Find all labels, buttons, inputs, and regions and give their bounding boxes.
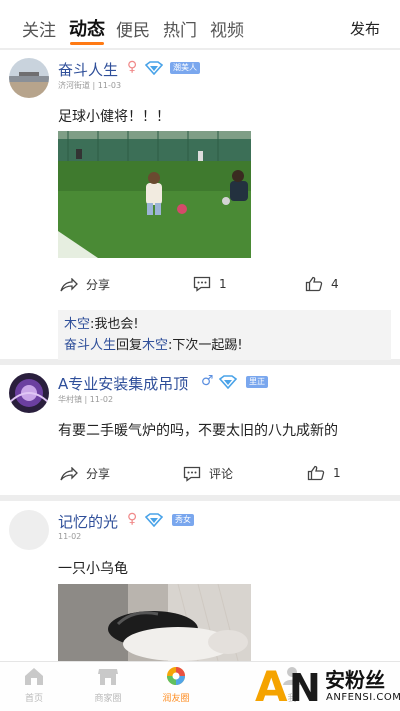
tab-follow[interactable]: 关注 <box>22 16 56 41</box>
post-time: 11-03 <box>97 81 122 90</box>
post-location: 济河街道 <box>58 81 90 90</box>
like-button[interactable]: 4 <box>305 276 339 292</box>
level-badge: 里正 <box>246 376 268 388</box>
diamond-icon <box>145 61 163 75</box>
diamond-icon <box>219 375 237 389</box>
username[interactable]: 奋斗人生 <box>58 59 118 80</box>
share-label: 分享 <box>86 467 111 481</box>
diamond-icon <box>145 513 163 527</box>
watermark-en-text: ANFENSI.COM <box>326 692 400 703</box>
comment-item[interactable]: 奋斗人生回复木空:下次一起踢! <box>64 335 385 356</box>
reply-target[interactable]: 木空 <box>142 338 168 353</box>
post-meta: 华村镇 | 11-02 <box>58 395 114 404</box>
share-icon <box>60 277 78 291</box>
comment-author[interactable]: 木空 <box>64 317 90 332</box>
share-button[interactable]: 分享 <box>60 276 110 293</box>
tab-feed[interactable]: 动态 <box>69 15 105 41</box>
post-text: 一只小乌龟 <box>58 561 128 577</box>
username[interactable]: 记忆的光 <box>58 511 118 532</box>
male-icon: ♂ <box>201 373 214 389</box>
level-badge: 潮美人 <box>170 62 200 74</box>
watermark-letter-n: N <box>289 666 321 710</box>
circle-icon <box>167 667 185 685</box>
female-icon: ♀ <box>127 59 138 75</box>
post-text: 有要二手暖气炉的吗，不要太旧的八九成新的 <box>58 423 338 439</box>
comment-text: :我也会! <box>90 317 139 332</box>
username[interactable]: A专业安装集成吊顶 <box>58 373 188 394</box>
bottom-nav-shops[interactable]: 商家圈 <box>78 666 138 704</box>
bottom-nav-friends-circle[interactable]: 润友圈 <box>146 666 206 704</box>
home-icon <box>25 668 43 685</box>
bottom-nav-label: 首页 <box>24 694 43 704</box>
comment-author[interactable]: 奋斗人生 <box>64 338 116 353</box>
post-location: 华村镇 <box>58 395 82 404</box>
comment-text: :下次一起踢! <box>168 338 243 353</box>
bottom-nav-label: 商家圈 <box>94 694 122 704</box>
share-button[interactable]: 分享 <box>60 465 110 482</box>
post-card: A专业安装集成吊顶 ♂ 里正 华村镇 | 11-02 有要二手暖气炉的吗，不要太… <box>0 365 400 495</box>
comment-item[interactable]: 木空:我也会! <box>64 314 385 335</box>
post-meta: 济河街道 | 11-03 <box>58 81 122 90</box>
level-badge: 秀女 <box>172 514 194 526</box>
avatar[interactable] <box>9 373 49 413</box>
avatar[interactable] <box>9 510 49 550</box>
like-icon <box>307 465 325 481</box>
post-card: 奋斗人生 ♀ 潮美人 济河街道 | 11-03 足球小健将！！！ 分享 1 4 … <box>0 50 400 360</box>
watermark-logo: A N 安粉丝 ANFENSI.COM <box>255 660 400 711</box>
comment-list: 木空:我也会! 奋斗人生回复木空:下次一起踢! <box>58 310 391 360</box>
active-tab-indicator <box>70 42 104 45</box>
top-navigation: 关注 动态 便民 热门 视频 发布 <box>0 0 400 48</box>
post-card: 记忆的光 ♀ 秀女 11-02 一只小乌龟 <box>0 501 400 661</box>
shop-icon <box>98 669 118 685</box>
post-time: 11-02 <box>89 395 114 404</box>
watermark-cn-text: 安粉丝 <box>325 668 385 692</box>
comment-button[interactable]: 评论 <box>183 465 233 482</box>
comment-icon <box>193 276 211 292</box>
comment-button[interactable]: 1 <box>193 276 227 292</box>
tab-convenience[interactable]: 便民 <box>116 16 150 41</box>
share-label: 分享 <box>86 278 111 292</box>
like-button[interactable]: 1 <box>307 465 341 481</box>
like-icon <box>305 276 323 292</box>
bottom-nav-label: 润友圈 <box>162 694 190 704</box>
post-photo[interactable] <box>58 131 251 258</box>
post-text: 足球小健将！！！ <box>58 109 170 125</box>
post-photo[interactable] <box>58 584 251 661</box>
like-count: 1 <box>333 466 341 480</box>
female-icon: ♀ <box>127 511 138 527</box>
tab-video[interactable]: 视频 <box>210 16 244 41</box>
comment-count: 1 <box>219 277 227 291</box>
tab-hot[interactable]: 热门 <box>163 16 197 41</box>
comment-label: 评论 <box>209 467 234 481</box>
publish-button[interactable]: 发布 <box>350 18 380 39</box>
comment-icon <box>183 466 201 482</box>
bottom-nav-home[interactable]: 首页 <box>4 666 64 704</box>
reply-word: 回复 <box>116 338 143 353</box>
like-count: 4 <box>331 277 339 291</box>
post-time: 11-02 <box>58 532 82 541</box>
avatar[interactable] <box>9 58 49 98</box>
watermark-letter-a: A <box>255 662 288 711</box>
share-icon <box>60 466 78 480</box>
